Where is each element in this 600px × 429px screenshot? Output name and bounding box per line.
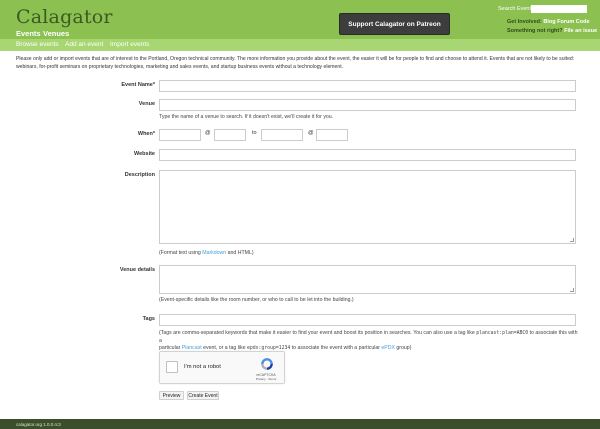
start-time-field[interactable]	[214, 129, 246, 141]
end-time-field[interactable]	[316, 129, 348, 141]
site-footer: calagator.org 1.0.0.rc3	[0, 419, 600, 429]
search-input[interactable]	[531, 5, 587, 13]
tags-help-1: (Tags are comma-separated keywords that …	[159, 330, 477, 336]
nav-events[interactable]: Events	[16, 29, 41, 38]
description-field[interactable]	[159, 170, 576, 244]
subnav-import-events[interactable]: Import events	[110, 41, 149, 48]
start-date-field[interactable]	[159, 129, 201, 141]
recaptcha-checkbox[interactable]	[166, 361, 178, 373]
venue-details-field[interactable]	[159, 265, 576, 294]
markdown-link[interactable]: Markdown	[202, 250, 226, 256]
event-name-label: Event Name*	[121, 82, 155, 88]
venue-help: Type the name of a venue to search. If i…	[159, 114, 334, 120]
nav-venues[interactable]: Venues	[43, 29, 69, 38]
tags-help-6: group)	[394, 345, 412, 352]
epdx-link[interactable]: ePDX	[381, 345, 395, 351]
create-event-button[interactable]: Create Event	[187, 391, 219, 400]
preview-button[interactable]: Preview	[159, 391, 184, 400]
search-label: Search Events	[498, 6, 534, 12]
get-involved-line: Get Involved: Blog Forum Code	[507, 19, 590, 25]
venue-details-resize-handle[interactable]	[570, 288, 574, 292]
description-help-suffix: and HTML)	[226, 250, 254, 256]
footer-version: calagator.org 1.0.0.rc3	[16, 422, 61, 427]
tags-field[interactable]	[159, 314, 576, 326]
something-wrong-label: Something not right?	[507, 28, 563, 34]
active-nav-indicator	[24, 37, 28, 39]
tags-help-5: to associate the event with a particular	[290, 345, 382, 352]
patreon-support-button[interactable]: Support Calagator on Patreon	[339, 13, 450, 35]
site-header: Calagator Support Calagator on Patreon S…	[0, 0, 600, 39]
to-separator: to	[252, 130, 257, 136]
recaptcha-logo-icon	[261, 358, 273, 370]
site-logo[interactable]: Calagator	[16, 6, 113, 28]
recaptcha-terms[interactable]: Privacy - Terms	[250, 377, 282, 381]
description-label: Description	[124, 172, 155, 178]
description-help: (Format text using Markdown and HTML)	[159, 250, 576, 258]
sub-nav: Browse events Add an event Import events	[0, 39, 600, 51]
website-field[interactable]	[159, 149, 576, 161]
file-issue-link[interactable]: File an issue	[564, 28, 597, 34]
description-resize-handle[interactable]	[570, 238, 574, 242]
intro-text: Please only add or import events that ar…	[16, 56, 575, 70]
tags-label: Tags	[142, 316, 155, 322]
code-link[interactable]: Code	[576, 19, 590, 25]
venue-field[interactable]	[159, 99, 576, 111]
subnav-browse-events[interactable]: Browse events	[16, 41, 59, 48]
issue-line: Something not right? File an issue	[507, 28, 597, 34]
website-label: Website	[134, 151, 155, 157]
blog-link[interactable]: Blog	[543, 19, 555, 25]
recaptcha-widget: I'm not a robot reCAPTCHA Privacy - Term…	[159, 351, 285, 384]
start-at-separator: @	[205, 130, 211, 136]
description-help-prefix: (Format text using	[159, 250, 203, 256]
venue-label: Venue	[138, 101, 155, 107]
venue-details-label: Venue details	[119, 267, 155, 273]
forum-link[interactable]: Forum	[557, 19, 574, 25]
end-date-field[interactable]	[261, 129, 303, 141]
venue-details-help: (Event-specific details like the room nu…	[159, 297, 354, 303]
recaptcha-label: I'm not a robot	[184, 364, 221, 370]
subnav-add-event[interactable]: Add an event	[65, 41, 103, 48]
tags-help: (Tags are comma-separated keywords that …	[159, 330, 579, 353]
when-label: When*	[137, 131, 155, 137]
plancast-tag-example: plancast:plan=ABC0	[476, 331, 529, 336]
event-name-field[interactable]	[159, 80, 576, 92]
end-at-separator: @	[308, 130, 314, 136]
get-involved-label: Get Involved:	[507, 19, 542, 25]
